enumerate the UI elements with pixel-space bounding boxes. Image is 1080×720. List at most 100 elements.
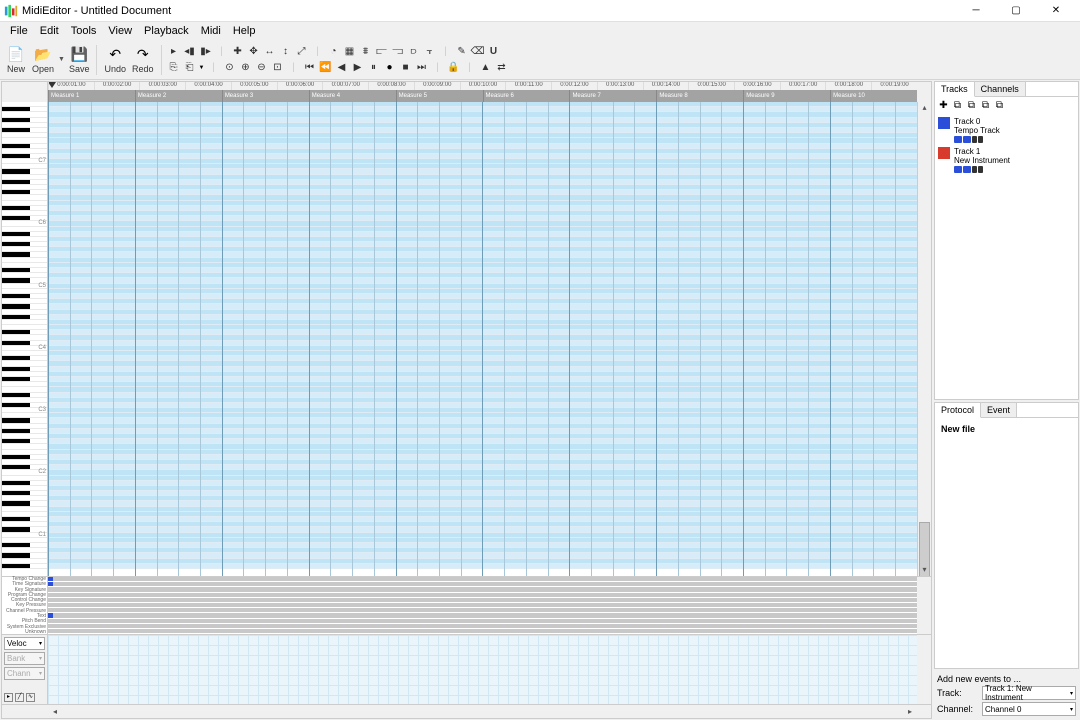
- track-tool4-icon[interactable]: ⧉: [994, 100, 1005, 111]
- track-status-icon[interactable]: [978, 136, 983, 143]
- track-status-icon[interactable]: [954, 136, 962, 143]
- scroll-down-icon[interactable]: ▾: [918, 564, 931, 576]
- scroll-right-icon[interactable]: ▸: [903, 705, 917, 718]
- maximize-button[interactable]: ▢: [996, 0, 1036, 22]
- pen-tool-icon[interactable]: ✎: [455, 45, 469, 59]
- resize-both-icon[interactable]: ⤢: [295, 45, 309, 59]
- align-left-icon[interactable]: ⫍: [375, 45, 389, 59]
- add-events-heading: Add new events to ...: [937, 674, 1076, 684]
- zoom-fit-icon[interactable]: ⊡: [270, 61, 284, 75]
- move-tool-icon[interactable]: ✥: [247, 45, 261, 59]
- track-tool2-icon[interactable]: ⧉: [966, 100, 977, 111]
- note-grid[interactable]: [48, 102, 917, 576]
- select-left-icon[interactable]: ◂▮: [183, 45, 197, 59]
- select-right-icon[interactable]: ▮▸: [199, 45, 213, 59]
- close-button[interactable]: ✕: [1036, 0, 1076, 22]
- play-icon[interactable]: ▶: [350, 61, 364, 75]
- skip-end-icon[interactable]: ⏭: [414, 61, 428, 75]
- stop-icon[interactable]: ■: [398, 61, 412, 75]
- magnet-tool-icon[interactable]: U: [487, 45, 501, 59]
- time-label: 0:00:15:00: [688, 82, 734, 90]
- track-select[interactable]: Track 1: New Instrument▾: [982, 686, 1076, 700]
- track-status-icon[interactable]: [978, 166, 983, 173]
- zoom-h-icon[interactable]: ⊕: [238, 61, 252, 75]
- paste-icon[interactable]: ⎗: [183, 61, 197, 75]
- copy-icon[interactable]: ⎘: [167, 61, 181, 75]
- thru-icon[interactable]: ⇄: [494, 61, 508, 75]
- track-status-icon[interactable]: [963, 136, 971, 143]
- menu-edit[interactable]: Edit: [34, 24, 65, 38]
- track-status-icon[interactable]: [972, 166, 977, 173]
- track-item[interactable]: Track 1New Instrument: [938, 145, 1075, 175]
- velocity-selector[interactable]: Veloc▾: [4, 637, 45, 650]
- eraser-tool-icon[interactable]: ⌫: [471, 45, 485, 59]
- timeline-ruler[interactable]: 0:00:01:000:00:02:000:00:03:000:00:04:00…: [48, 82, 917, 102]
- track-status-icon[interactable]: [963, 166, 971, 173]
- add-track-icon[interactable]: ✚: [938, 100, 949, 111]
- equalize-icon[interactable]: ⫟: [423, 45, 437, 59]
- align-center-icon[interactable]: ⫎: [391, 45, 405, 59]
- zoom-reset-icon[interactable]: ⊙: [222, 61, 236, 75]
- tool-metronome-icon[interactable]: ◔: [327, 45, 341, 59]
- selection-tool-icon[interactable]: ▸: [167, 45, 181, 59]
- channel-select[interactable]: Channel 0▾: [982, 702, 1076, 716]
- save-button[interactable]: 💾 Save: [67, 46, 92, 74]
- velocity-grid[interactable]: [48, 635, 917, 704]
- event-lane[interactable]: [48, 629, 917, 634]
- prev-icon[interactable]: ◀: [334, 61, 348, 75]
- event-lanes[interactable]: [48, 577, 917, 634]
- tab-tracks[interactable]: Tracks: [935, 82, 975, 97]
- menu-midi[interactable]: Midi: [195, 24, 227, 38]
- resize-h-icon[interactable]: ↔: [263, 45, 277, 59]
- open-dropdown[interactable]: ▼: [58, 56, 65, 63]
- open-button[interactable]: 📂 Open: [30, 46, 56, 74]
- record-icon[interactable]: ●: [382, 61, 396, 75]
- create-note-icon[interactable]: ✚: [231, 45, 245, 59]
- menu-view[interactable]: View: [102, 24, 138, 38]
- new-button[interactable]: 📄 New: [4, 46, 28, 74]
- align-right-icon[interactable]: ⫐: [407, 45, 421, 59]
- sep: |: [215, 45, 229, 59]
- pause-icon[interactable]: ⏸: [366, 61, 380, 75]
- zoom-v-icon[interactable]: ⊖: [254, 61, 268, 75]
- undo-button[interactable]: ↶ Undo: [102, 46, 128, 74]
- vertical-scrollbar[interactable]: ▴ ▾: [917, 102, 931, 576]
- tab-event[interactable]: Event: [981, 403, 1017, 417]
- track-name: Track 1: [954, 147, 1075, 156]
- tab-protocol[interactable]: Protocol: [935, 403, 981, 418]
- metronome-icon[interactable]: ▲: [478, 61, 492, 75]
- tab-channels[interactable]: Channels: [975, 82, 1026, 96]
- quantize-icon[interactable]: ⩩: [359, 45, 373, 59]
- vel-tool-line-icon[interactable]: ╱: [15, 693, 24, 702]
- track-status-icon[interactable]: [972, 136, 977, 143]
- channel-selector[interactable]: Chann▾: [4, 667, 45, 680]
- scroll-up-icon[interactable]: ▴: [918, 102, 931, 114]
- open-folder-icon: 📂: [33, 46, 53, 64]
- horizontal-scrollbar[interactable]: ◂ ▸: [2, 704, 931, 718]
- vel-tool-free-icon[interactable]: ∿: [26, 693, 35, 702]
- scroll-left-icon[interactable]: ◂: [48, 705, 62, 718]
- piano-keyboard[interactable]: C7C6C5C4C3C2C1: [2, 102, 48, 576]
- menu-tools[interactable]: Tools: [65, 24, 103, 38]
- track-item[interactable]: Track 0Tempo Track: [938, 115, 1075, 145]
- rewind-icon[interactable]: ⏪: [318, 61, 332, 75]
- menu-help[interactable]: Help: [227, 24, 262, 38]
- menu-playback[interactable]: Playback: [138, 24, 195, 38]
- track-tool3-icon[interactable]: ⧉: [980, 100, 991, 111]
- tool-piano-icon[interactable]: ▦: [343, 45, 357, 59]
- menu-file[interactable]: File: [4, 24, 34, 38]
- track-status-icon[interactable]: [954, 166, 962, 173]
- event-lane-labels: Tempo ChangeTime SignatureKey SignatureP…: [2, 577, 48, 634]
- paste-dropdown-icon[interactable]: ▼: [199, 65, 205, 71]
- time-label: 0:00:06:00: [277, 82, 323, 90]
- time-label: 0:00:19:00: [871, 82, 917, 90]
- vel-tool-select-icon[interactable]: ▸: [4, 693, 13, 702]
- bank-selector[interactable]: Bank▾: [4, 652, 45, 665]
- skip-start-icon[interactable]: ⏮: [302, 61, 316, 75]
- resize-v-icon[interactable]: ↕: [279, 45, 293, 59]
- new-file-icon: 📄: [6, 46, 26, 64]
- lock-icon[interactable]: 🔒: [446, 61, 460, 75]
- track-tool1-icon[interactable]: ⧉: [952, 100, 963, 111]
- minimize-button[interactable]: ─: [956, 0, 996, 22]
- redo-button[interactable]: ↷ Redo: [130, 46, 156, 74]
